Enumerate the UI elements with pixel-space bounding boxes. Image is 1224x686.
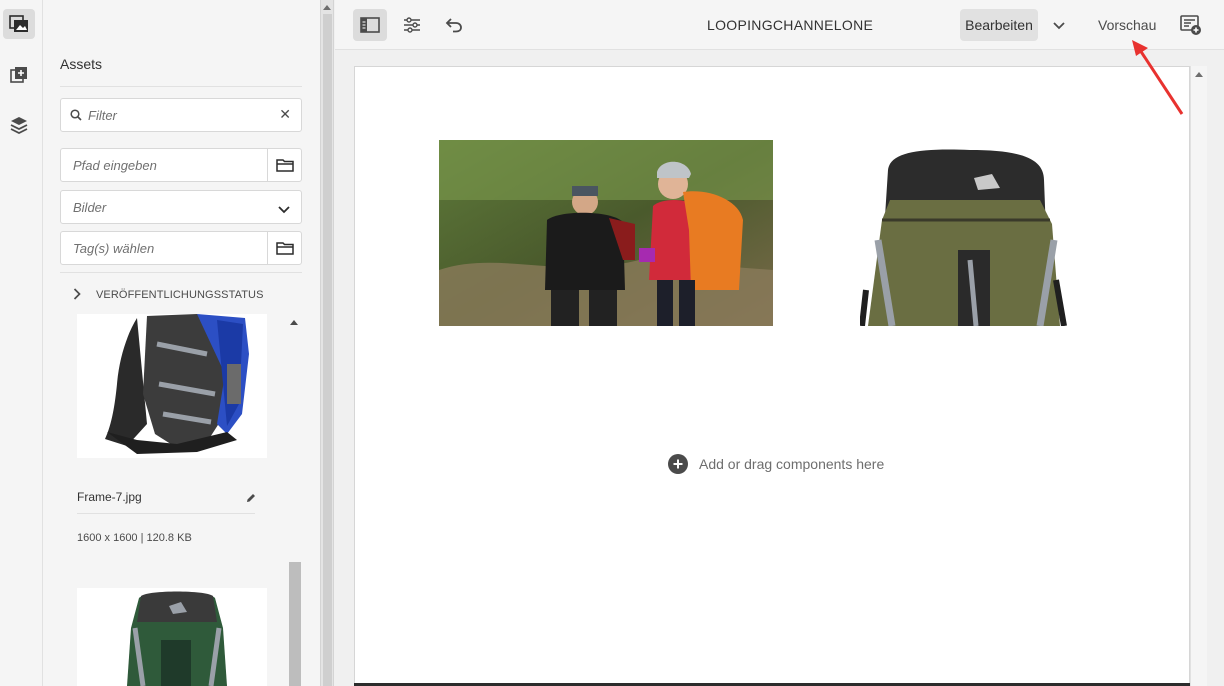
- path-placeholder: Pfad eingeben: [73, 158, 157, 173]
- scroll-thumb[interactable]: [323, 14, 332, 686]
- editor-toolbar: LOOPINGCHANNELONE Bearbeiten Vorschau: [335, 0, 1224, 50]
- tags-placeholder: Tag(s) wählen: [73, 241, 155, 256]
- asset-list-scrollbar[interactable]: [287, 314, 301, 686]
- divider: [60, 86, 302, 87]
- dropzone-label: Add or drag components here: [699, 456, 885, 472]
- asset-thumbnail[interactable]: [77, 314, 267, 458]
- chevron-down-icon[interactable]: [1053, 17, 1065, 35]
- backpack-image[interactable]: [860, 140, 1070, 326]
- search-icon: [70, 109, 82, 124]
- hikers-image[interactable]: [439, 140, 773, 326]
- folder-icon[interactable]: [267, 149, 301, 181]
- asset-thumbnail[interactable]: [77, 588, 267, 686]
- filter-placeholder: Filter: [88, 108, 117, 123]
- asset-type-select[interactable]: Bilder: [60, 190, 302, 224]
- asset-finder-icon[interactable]: [3, 9, 35, 39]
- panel-scrollbar[interactable]: [320, 0, 334, 686]
- chevron-right-icon: [73, 288, 81, 303]
- content-tree-icon[interactable]: [3, 110, 35, 140]
- components-icon[interactable]: [3, 60, 35, 90]
- path-field[interactable]: Pfad eingeben: [60, 148, 302, 182]
- toggle-side-panel-icon[interactable]: [353, 9, 387, 41]
- page-title: LOOPINGCHANNELONE: [707, 17, 874, 33]
- panel-title: Assets: [60, 56, 103, 72]
- page-properties-icon[interactable]: [395, 9, 429, 41]
- canvas-scrollbar[interactable]: [1190, 66, 1207, 686]
- clear-icon[interactable]: ✕: [279, 106, 291, 123]
- scroll-up-arrow-icon[interactable]: [290, 320, 298, 325]
- side-rail: [0, 0, 43, 686]
- scroll-up-arrow-icon[interactable]: [323, 5, 331, 10]
- tags-field[interactable]: Tag(s) wählen: [60, 231, 302, 265]
- edit-mode-button[interactable]: Bearbeiten: [960, 9, 1038, 41]
- publication-status-label: VERÖFFENTLICHUNGSSTATUS: [96, 289, 264, 301]
- asset-name: Frame-7.jpg: [77, 490, 142, 504]
- component-dropzone[interactable]: Add or drag components here: [668, 454, 884, 474]
- asset-meta: 1600 x 1600 | 120.8 KB: [77, 532, 192, 544]
- add-icon: [668, 454, 688, 474]
- divider: [60, 272, 302, 273]
- filter-input[interactable]: Filter ✕: [60, 98, 302, 132]
- folder-icon[interactable]: [267, 232, 301, 264]
- scroll-thumb[interactable]: [289, 562, 301, 686]
- divider: [77, 513, 255, 514]
- asset-list: Frame-7.jpg 1600 x 1600 | 120.8 KB: [60, 314, 302, 686]
- assets-panel: Assets Filter ✕ Pfad eingeben Bilder Tag…: [43, 0, 320, 686]
- app-window: Assets Filter ✕ Pfad eingeben Bilder Tag…: [0, 0, 1224, 686]
- undo-icon[interactable]: [437, 9, 471, 41]
- edit-icon[interactable]: [246, 490, 256, 508]
- chevron-down-icon: [278, 202, 290, 217]
- scroll-up-arrow-icon[interactable]: [1195, 72, 1203, 77]
- asset-type-value: Bilder: [73, 200, 107, 215]
- preview-button[interactable]: Vorschau: [1098, 17, 1156, 33]
- annotation-arrow-icon: [1132, 40, 1184, 115]
